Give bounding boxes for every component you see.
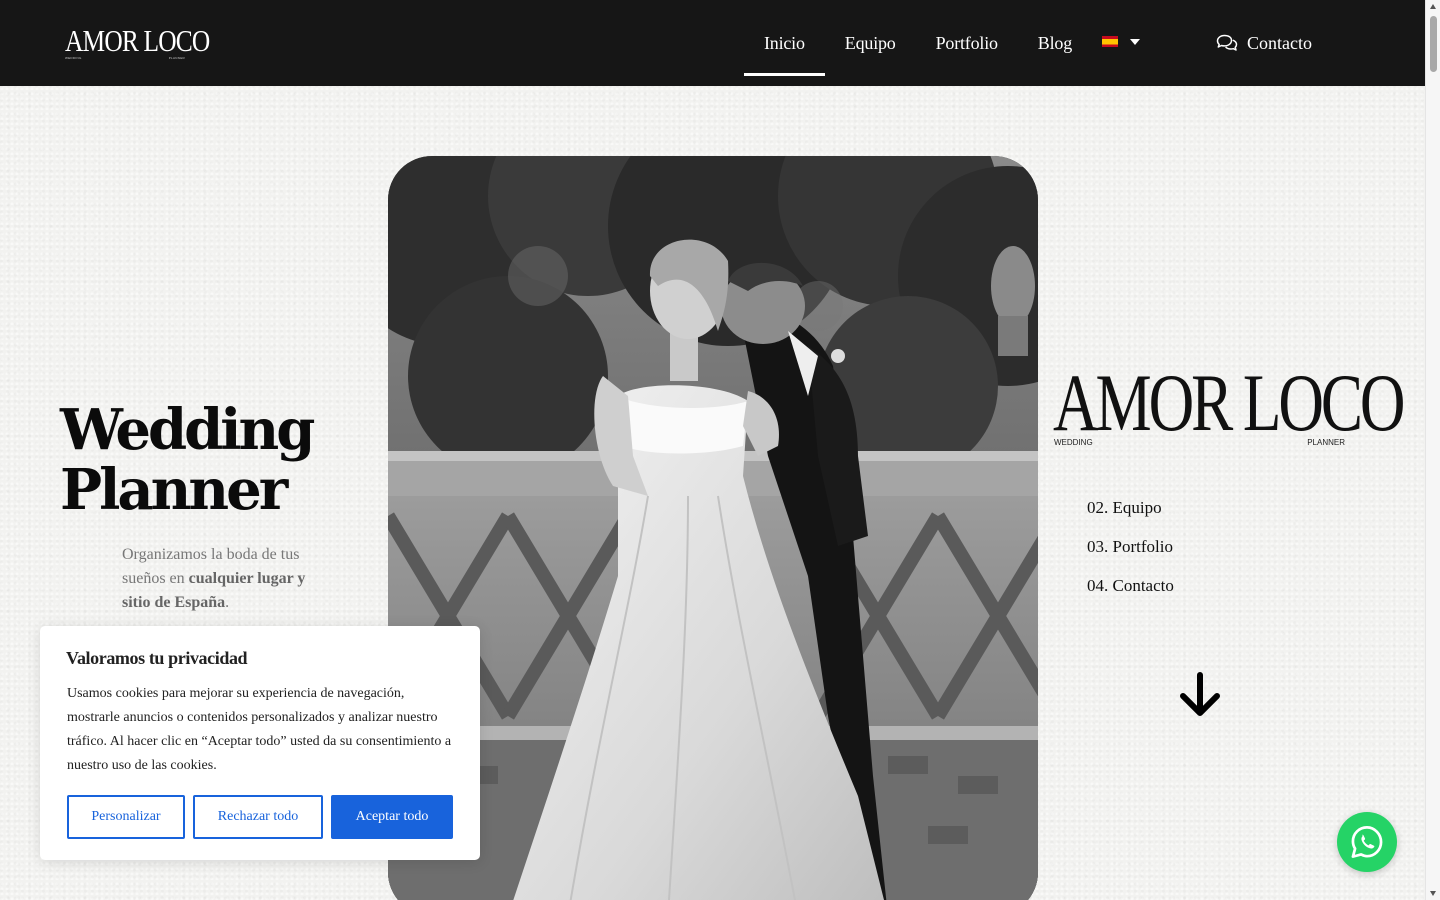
spain-flag-icon: [1102, 36, 1118, 47]
cookie-banner: Valoramos tu privacidad Usamos cookies p…: [40, 626, 480, 860]
cookie-text: Usamos cookies para mejorar su experienc…: [67, 686, 452, 773]
contact-link[interactable]: Contacto: [1216, 30, 1312, 56]
main-nav: Inicio Equipo Portfolio Blog: [744, 0, 1092, 86]
site-header: AMOR LOCO WEDDING PLANNER Inicio Equipo …: [0, 0, 1425, 86]
brand-logo-text: AMOR LOCO: [1053, 357, 1405, 448]
nav-item-portfolio[interactable]: Portfolio: [916, 10, 1018, 76]
cookie-title: Valoramos tu privacidad: [66, 648, 248, 668]
chat-bubbles-icon: [1216, 34, 1238, 51]
side-menu-portfolio[interactable]: 03. Portfolio: [1087, 527, 1174, 566]
contact-link-label: Contacto: [1247, 32, 1312, 53]
whatsapp-icon: [1351, 826, 1383, 858]
side-menu-contacto[interactable]: 04. Contacto: [1087, 566, 1174, 605]
nav-item-equipo[interactable]: Equipo: [825, 10, 916, 76]
brand-logo-sub: WEDDING PLANNER: [1054, 438, 1345, 447]
side-menu: 02. Equipo 03. Portfolio 04. Contacto: [1087, 488, 1174, 605]
nav-item-blog[interactable]: Blog: [1018, 10, 1092, 76]
hero-title: Wedding Planner: [60, 400, 360, 520]
language-selector[interactable]: [1102, 36, 1140, 47]
wedding-couple-photo: [388, 156, 1038, 900]
hero-title-line1: Wedding: [60, 397, 315, 463]
header-logo-text: AMOR LOCO: [65, 23, 210, 58]
caret-down-icon: [1130, 38, 1140, 45]
brand-logo: AMOR LOCO WEDDING PLANNER: [1053, 357, 1405, 455]
page-scrollbar[interactable]: [1425, 0, 1440, 900]
customize-button[interactable]: Personalizar: [67, 795, 185, 839]
hero-desc-end: .: [225, 594, 230, 611]
reject-all-button[interactable]: Rechazar todo: [193, 795, 323, 839]
header-logo[interactable]: AMOR LOCO WEDDING PLANNER: [65, 23, 210, 62]
header-logo-sub-left: WEDDING: [65, 56, 82, 60]
scroll-up-arrow[interactable]: [1430, 4, 1436, 9]
brand-logo-sub-right: PLANNER: [1307, 438, 1345, 447]
arrow-down-icon[interactable]: [1178, 672, 1222, 718]
side-menu-equipo[interactable]: 02. Equipo: [1087, 488, 1174, 527]
hero-description: Organizamos la boda de tus sueños en cua…: [122, 543, 337, 615]
scroll-thumb[interactable]: [1430, 16, 1437, 72]
hero-title-line2: Planner: [60, 457, 288, 523]
hero-photo: [388, 156, 1038, 900]
header-logo-sub: WEDDING PLANNER: [65, 56, 185, 60]
scroll-down-arrow[interactable]: [1430, 891, 1436, 896]
nav-item-inicio[interactable]: Inicio: [744, 10, 825, 76]
accept-all-button[interactable]: Aceptar todo: [331, 795, 453, 839]
brand-logo-sub-left: WEDDING: [1054, 438, 1093, 447]
header-logo-sub-right: PLANNER: [168, 56, 185, 60]
whatsapp-button[interactable]: [1337, 812, 1397, 872]
